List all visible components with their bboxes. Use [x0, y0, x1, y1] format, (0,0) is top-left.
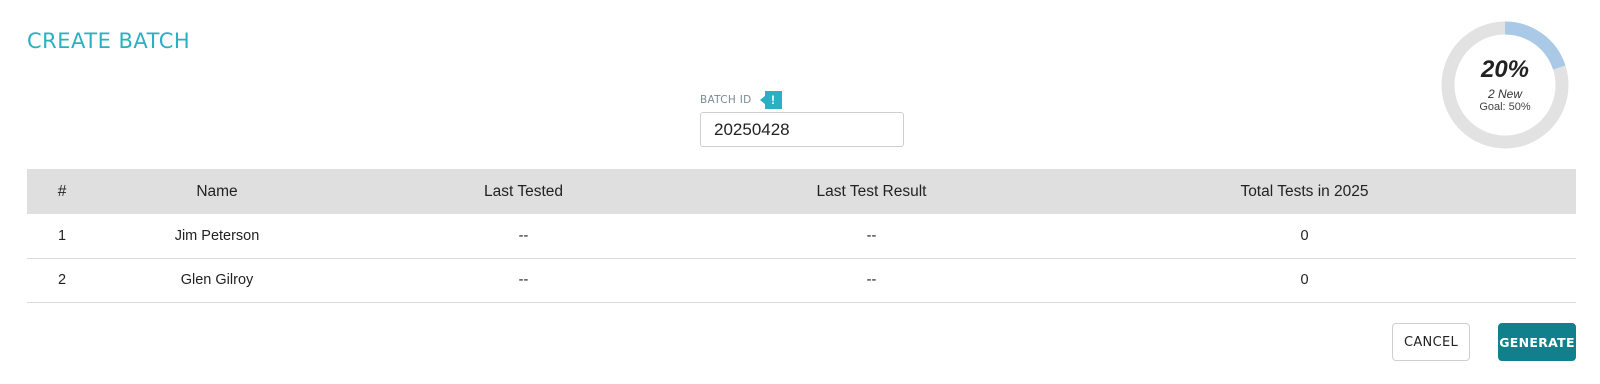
column-header-number[interactable]: #	[27, 169, 97, 214]
column-header-last-tested[interactable]: Last Tested	[337, 169, 710, 214]
batch-id-group: BATCH ID !	[700, 90, 905, 147]
cell-name: Glen Gilroy	[97, 258, 337, 303]
cell-last-tested: --	[337, 258, 710, 303]
cell-name: Jim Peterson	[97, 214, 337, 259]
cell-last-tested: --	[337, 214, 710, 259]
progress-goal: Goal: 50%	[1479, 100, 1531, 113]
progress-ring-text: 20% 2 New Goal: 50%	[1440, 20, 1570, 150]
column-header-last-test-result[interactable]: Last Test Result	[710, 169, 1033, 214]
table-header-row: # Name Last Tested Last Test Result Tota…	[27, 169, 1576, 214]
cell-last-test-result: --	[710, 214, 1033, 259]
column-header-name[interactable]: Name	[97, 169, 337, 214]
column-header-total-tests[interactable]: Total Tests in 2025	[1033, 169, 1576, 214]
progress-ring: 20% 2 New Goal: 50%	[1440, 20, 1570, 150]
generate-button[interactable]: GENERATE	[1498, 323, 1576, 361]
progress-new-count: 2 New	[1487, 86, 1522, 101]
cell-total-tests: 0	[1033, 258, 1576, 303]
progress-percent: 20%	[1480, 56, 1530, 84]
cell-last-test-result: --	[710, 258, 1033, 303]
cell-number: 1	[27, 214, 97, 259]
batch-id-label: BATCH ID	[700, 94, 752, 106]
page-title: CREATE BATCH	[27, 29, 191, 53]
table-row[interactable]: 2 Glen Gilroy -- -- 0	[27, 258, 1576, 303]
info-flag-icon[interactable]: !	[759, 91, 782, 109]
batch-table: # Name Last Tested Last Test Result Tota…	[27, 169, 1576, 303]
info-flag-mark: !	[764, 91, 782, 109]
batch-id-input[interactable]	[700, 112, 904, 147]
cell-number: 2	[27, 258, 97, 303]
cell-total-tests: 0	[1033, 214, 1576, 259]
table-row[interactable]: 1 Jim Peterson -- -- 0	[27, 214, 1576, 259]
batch-id-label-row: BATCH ID !	[700, 90, 905, 110]
cancel-button[interactable]: CANCEL	[1392, 323, 1470, 361]
